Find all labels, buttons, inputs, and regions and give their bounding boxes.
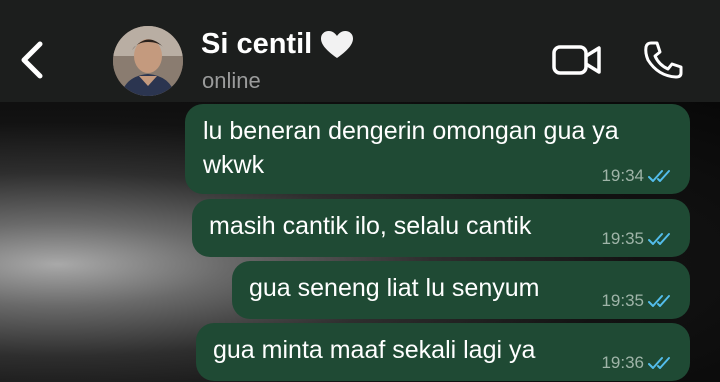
message-meta: 19:34 [601, 166, 674, 186]
contact-name-text: Si centil [201, 28, 313, 60]
message-meta: 19:35 [601, 291, 674, 311]
message-time: 19:35 [601, 229, 644, 248]
message-meta: 19:36 [601, 353, 674, 373]
message-text: lu beneran dengerin omongan gua ya wkwk [203, 114, 619, 182]
message-text: masih cantik ilo, selalu cantik [209, 209, 531, 243]
read-ticks-icon [648, 170, 670, 182]
contact-avatar[interactable] [113, 26, 183, 96]
message-time: 19:35 [601, 291, 644, 310]
message-area[interactable]: lu beneran dengerin omongan gua ya wkwk … [0, 102, 720, 382]
message-bubble[interactable]: lu beneran dengerin omongan gua ya wkwk … [185, 104, 690, 194]
message-line: masih cantik ilo, selalu cantik [209, 212, 532, 240]
read-ticks-icon [648, 295, 670, 307]
white-heart-icon [321, 30, 354, 58]
message-bubble[interactable]: gua seneng liat lu senyum 19:35 [232, 261, 690, 319]
back-chevron-icon[interactable] [14, 38, 50, 82]
read-ticks-icon [648, 357, 670, 369]
message-time: 19:36 [601, 353, 644, 372]
contact-status: online [202, 68, 261, 93]
phone-icon[interactable] [642, 40, 684, 80]
message-text: gua seneng liat lu senyum [249, 271, 539, 305]
contact-name[interactable]: Si centil [201, 28, 354, 61]
message-line: gua seneng liat lu senyum [249, 274, 540, 302]
message-line: lu beneran dengerin omongan gua ya [203, 117, 619, 145]
message-time: 19:34 [601, 166, 644, 185]
message-bubble[interactable]: masih cantik ilo, selalu cantik 19:35 [192, 199, 690, 257]
message-bubble[interactable]: gua minta maaf sekali lagi ya 19:36 [196, 323, 690, 381]
message-line: gua minta maaf sekali lagi ya [213, 336, 536, 364]
read-ticks-icon [648, 233, 670, 245]
message-text: gua minta maaf sekali lagi ya [213, 333, 535, 367]
message-line: wkwk [203, 151, 265, 179]
video-camera-icon[interactable] [552, 42, 602, 78]
message-meta: 19:35 [601, 229, 674, 249]
chat-header: Si centil online [0, 0, 720, 102]
